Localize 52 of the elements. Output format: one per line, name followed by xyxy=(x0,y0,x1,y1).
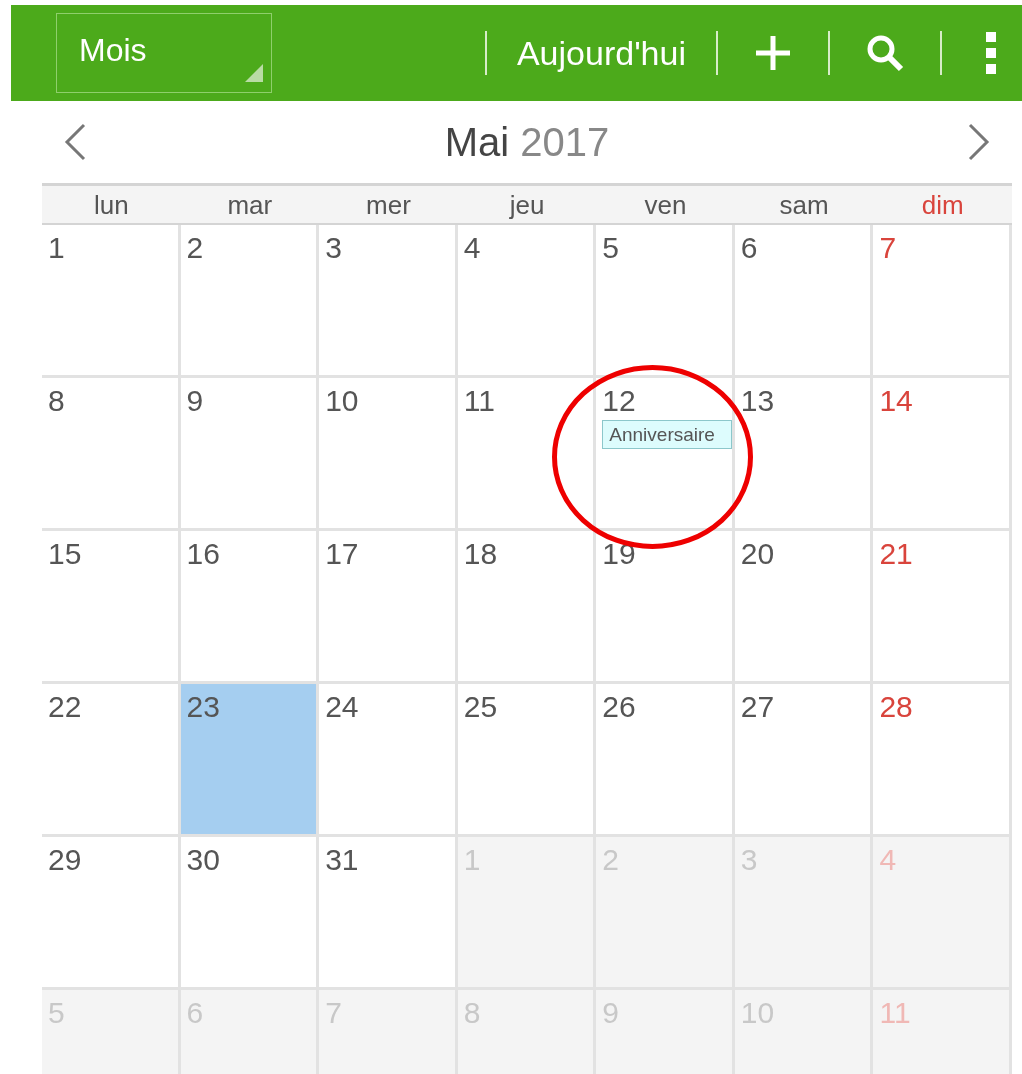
weekday-label: lun xyxy=(92,189,130,222)
year-label: 2017 xyxy=(520,120,610,164)
day-number: 19 xyxy=(602,536,636,572)
plus-icon xyxy=(754,34,792,72)
day-number: 7 xyxy=(879,230,897,266)
day-number: 17 xyxy=(325,536,359,572)
event-chip[interactable]: Anniversaire xyxy=(602,420,733,449)
day-cell[interactable]: 23 xyxy=(180,684,320,834)
day-number: 2 xyxy=(186,230,204,266)
day-number: 11 xyxy=(463,383,495,419)
day-number: 24 xyxy=(325,689,359,725)
day-number: 14 xyxy=(879,383,913,419)
previous-month-button[interactable] xyxy=(64,123,86,161)
day-number: 6 xyxy=(740,230,758,266)
search-icon xyxy=(866,34,904,72)
dropdown-corner-icon xyxy=(245,64,263,82)
weekday-label: sam xyxy=(778,189,830,222)
weekday-label: mar xyxy=(226,189,274,222)
day-number: 30 xyxy=(186,842,220,878)
day-number: 9 xyxy=(186,383,204,419)
day-number: 1 xyxy=(48,230,65,266)
day-number: 27 xyxy=(740,689,775,725)
day-number: 12 xyxy=(602,383,636,419)
day-number: 18 xyxy=(463,536,498,572)
day-number: 13 xyxy=(740,383,775,419)
next-month-button[interactable] xyxy=(968,123,990,161)
chevron-right-icon xyxy=(968,123,990,161)
day-number: 16 xyxy=(186,536,220,572)
chevron-left-icon xyxy=(64,123,86,161)
day-number: 25 xyxy=(463,689,498,725)
weekday-label: dim xyxy=(920,189,965,222)
day-number: 22 xyxy=(48,689,82,725)
day-number: 4 xyxy=(879,842,897,878)
more-icon xyxy=(986,32,996,74)
day-number: 21 xyxy=(879,536,913,572)
weekday-label: ven xyxy=(643,189,688,222)
day-number: 4 xyxy=(463,230,481,266)
weekday-label: mer xyxy=(365,189,412,222)
day-number: 20 xyxy=(740,536,775,572)
day-number: 10 xyxy=(325,383,359,419)
day-number: 23 xyxy=(186,689,220,725)
weekday-label: jeu xyxy=(508,189,546,222)
day-number: 8 xyxy=(48,383,65,419)
month-label: Mai xyxy=(444,120,510,164)
day-number: 11 xyxy=(879,995,911,1031)
day-number: 31 xyxy=(325,842,359,878)
day-number: 3 xyxy=(325,230,342,266)
day-number: 15 xyxy=(48,536,82,572)
day-number: 29 xyxy=(48,842,82,878)
day-number: 26 xyxy=(602,689,636,725)
day-number: 28 xyxy=(879,689,913,725)
day-number: 5 xyxy=(602,230,619,266)
